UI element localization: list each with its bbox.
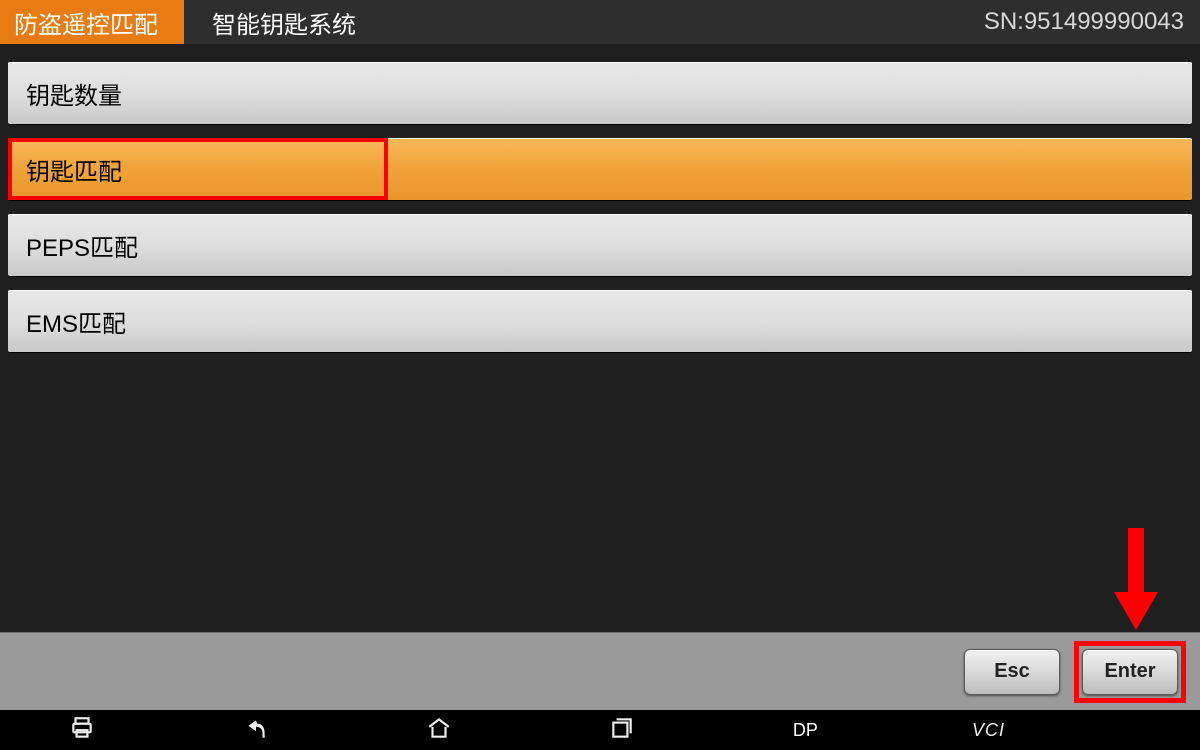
nav-dp-label: DP [793, 720, 818, 741]
enter-button[interactable]: Enter [1082, 649, 1178, 695]
nav-home[interactable] [348, 715, 531, 746]
enter-button-wrap: Enter [1082, 649, 1178, 695]
back-icon [243, 715, 269, 746]
menu-item-key-match[interactable]: 钥匙匹配 [8, 138, 1192, 200]
sn-label: SN:951499990043 [984, 8, 1184, 36]
menu-item-label: EMS匹配 [26, 304, 126, 339]
serial-number: SN:951499990043 [984, 0, 1200, 44]
menu-item-label: 钥匙匹配 [26, 152, 122, 187]
bottom-nav: DP VCI [0, 710, 1200, 750]
nav-dp[interactable]: DP [714, 720, 897, 741]
printer-icon [69, 715, 95, 746]
header-subtitle: 智能钥匙系统 [184, 0, 356, 44]
main-panel: 钥匙数量 钥匙匹配 PEPS匹配 EMS匹配 [0, 44, 1200, 632]
menu-item-ems-match[interactable]: EMS匹配 [8, 290, 1192, 352]
nav-print[interactable] [0, 715, 165, 746]
enter-button-label: Enter [1104, 660, 1155, 683]
home-icon [426, 715, 452, 746]
menu-item-label: PEPS匹配 [26, 228, 138, 263]
esc-button-label: Esc [994, 660, 1030, 683]
nav-vci-label: VCI [972, 720, 1005, 741]
header-bar: 防盗遥控匹配 智能钥匙系统 SN:951499990043 [0, 0, 1200, 44]
recent-apps-icon [609, 715, 635, 746]
mode-badge: 防盗遥控匹配 [0, 0, 184, 44]
esc-button[interactable]: Esc [964, 649, 1060, 695]
subtitle-label: 智能钥匙系统 [212, 5, 356, 40]
menu-item-label: 钥匙数量 [26, 76, 122, 111]
nav-back[interactable] [165, 715, 348, 746]
action-bar: Esc Enter [0, 632, 1200, 710]
nav-vci[interactable]: VCI [897, 720, 1080, 741]
mode-label: 防盗遥控匹配 [14, 5, 158, 40]
header-spacer [356, 0, 984, 44]
menu-item-peps-match[interactable]: PEPS匹配 [8, 214, 1192, 276]
nav-recent[interactable] [531, 715, 714, 746]
menu-item-key-count[interactable]: 钥匙数量 [8, 62, 1192, 124]
